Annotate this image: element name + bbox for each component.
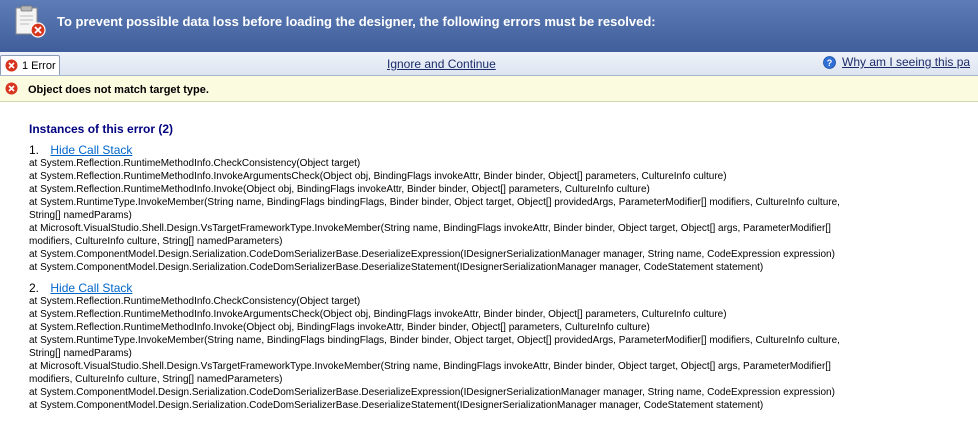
ignore-and-continue-link[interactable]: Ignore and Continue xyxy=(387,57,496,71)
stack-line: at System.Reflection.RuntimeMethodInfo.C… xyxy=(29,296,361,307)
instance-number: 1. xyxy=(29,143,40,157)
svg-text:?: ? xyxy=(827,58,833,68)
stack-line: modifiers, CultureInfo culture, String[]… xyxy=(29,374,283,385)
error-instance-2: 2. Hide Call Stack at System.Reflection.… xyxy=(29,281,840,412)
stack-line: at System.ComponentModel.Design.Serializ… xyxy=(29,387,835,398)
stack-line: at System.Reflection.RuntimeMethodInfo.I… xyxy=(29,184,650,195)
tab-errors[interactable]: 1 Error xyxy=(0,55,60,75)
why-am-i-seeing-this-link[interactable]: Why am I seeing this pa xyxy=(842,55,970,69)
stack-line: at System.ComponentModel.Design.Serializ… xyxy=(29,249,835,260)
banner-message: To prevent possible data loss before loa… xyxy=(57,14,656,29)
stack-line: at Microsoft.VisualStudio.Shell.Design.V… xyxy=(29,361,831,372)
instances-title: Instances of this error (2) xyxy=(29,122,174,136)
stack-line: at System.Reflection.RuntimeMethodInfo.C… xyxy=(29,158,361,169)
stack-line: at System.RuntimeType.InvokeMember(Strin… xyxy=(29,335,840,346)
hide-call-stack-link[interactable]: Hide Call Stack xyxy=(50,281,132,295)
stack-line: modifiers, CultureInfo culture, String[]… xyxy=(29,236,283,247)
why-am-i-seeing-this-link-group[interactable]: ? Why am I seeing this pa xyxy=(823,55,970,69)
stack-line: at Microsoft.VisualStudio.Shell.Design.V… xyxy=(29,223,831,234)
error-message-bar: Object does not match target type. xyxy=(0,76,978,102)
stack-line: String[] namedParams) xyxy=(29,210,132,221)
stack-line: at System.ComponentModel.Design.Serializ… xyxy=(29,262,764,273)
error-instance-1: 1. Hide Call Stack at System.Reflection.… xyxy=(29,143,840,274)
error-icon xyxy=(5,82,18,95)
stack-line: at System.Reflection.RuntimeMethodInfo.I… xyxy=(29,171,727,182)
clipboard-error-icon xyxy=(15,5,46,38)
instance-header: 1. Hide Call Stack xyxy=(29,143,840,157)
stack-line: at System.Reflection.RuntimeMethodInfo.I… xyxy=(29,322,650,333)
error-message: Object does not match target type. xyxy=(28,84,209,96)
help-icon: ? xyxy=(823,55,836,69)
stack-line: String[] namedParams) xyxy=(29,348,132,359)
hide-call-stack-link[interactable]: Hide Call Stack xyxy=(50,143,132,157)
error-banner: To prevent possible data loss before loa… xyxy=(0,0,978,52)
tab-errors-label: 1 Error xyxy=(22,59,56,72)
instance-number: 2. xyxy=(29,281,40,295)
stack-line: at System.RuntimeType.InvokeMember(Strin… xyxy=(29,197,840,208)
stack-line: at System.ComponentModel.Design.Serializ… xyxy=(29,400,764,411)
error-icon xyxy=(5,59,18,72)
stack-line: at System.Reflection.RuntimeMethodInfo.I… xyxy=(29,309,727,320)
instance-header: 2. Hide Call Stack xyxy=(29,281,840,295)
